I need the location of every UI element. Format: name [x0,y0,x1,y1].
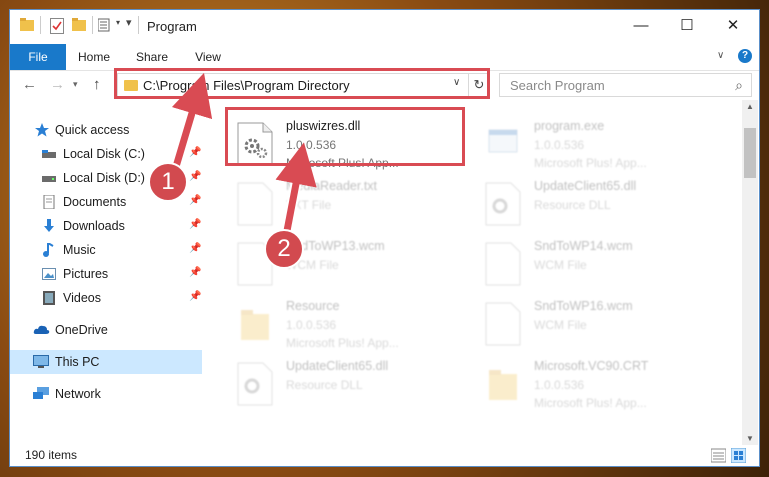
step-1-badge: 1 [148,162,188,202]
step-2-badge: 2 [264,229,304,269]
arrow-1 [171,72,213,172]
annotation-arrows [169,72,317,238]
